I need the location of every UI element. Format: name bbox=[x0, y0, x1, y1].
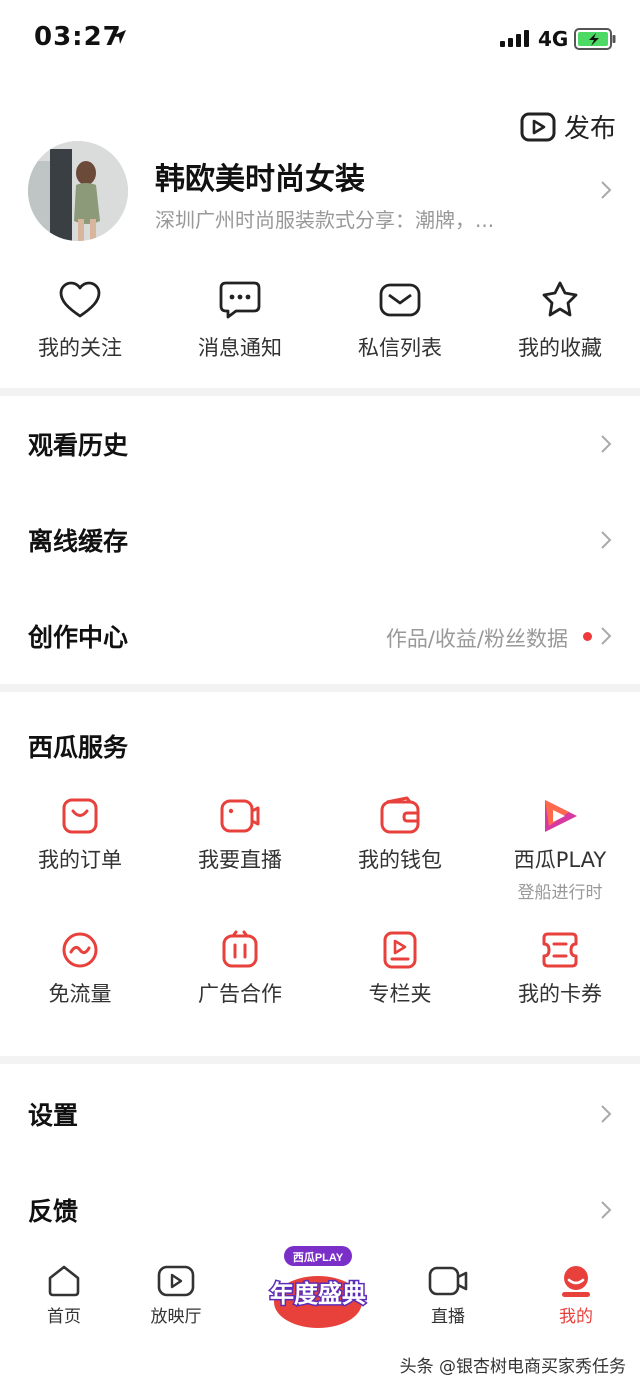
service-label: 免流量 bbox=[48, 982, 112, 1006]
chevron-right-icon bbox=[601, 435, 612, 453]
service-label: 专栏夹 bbox=[368, 982, 432, 1006]
chevron-right-icon bbox=[601, 1105, 612, 1123]
heart-icon bbox=[59, 281, 101, 318]
services-title: 西瓜服务 bbox=[28, 733, 129, 762]
promo-badge-icon: 西瓜PLAY 年度盛典 bbox=[269, 1246, 368, 1328]
xigua-play-icon bbox=[545, 800, 577, 832]
theater-play-icon bbox=[157, 1265, 195, 1297]
promo-main-text: 年度盛典 bbox=[270, 1280, 366, 1308]
avatar[interactable] bbox=[28, 141, 128, 241]
status-bar: 03:27 4G bbox=[0, 0, 640, 80]
quick-action-label: 消息通知 bbox=[198, 336, 282, 360]
service-ad-cooperation[interactable]: 广告合作 bbox=[160, 930, 320, 1008]
annual-gala-promo-button[interactable]: 西瓜PLAY 年度盛典 bbox=[262, 1240, 374, 1336]
service-sub-label: 登船进行时 bbox=[517, 883, 603, 903]
profile-icon bbox=[562, 1266, 590, 1297]
free-data-icon bbox=[62, 932, 98, 968]
promo-top-text: 西瓜PLAY bbox=[293, 1251, 344, 1264]
section-divider bbox=[0, 388, 640, 396]
live-camera-icon bbox=[220, 799, 260, 833]
menu-offline-cache[interactable]: 离线缓存 bbox=[0, 492, 640, 588]
service-label: 西瓜PLAY bbox=[513, 848, 607, 872]
quick-action-messages[interactable]: 私信列表 bbox=[320, 280, 480, 368]
video-camera-icon bbox=[428, 1266, 468, 1296]
tab-live[interactable]: 直播 bbox=[398, 1264, 498, 1327]
quick-action-label: 私信列表 bbox=[358, 336, 442, 360]
tab-label: 直播 bbox=[431, 1307, 465, 1327]
tab-mine[interactable]: 我的 bbox=[526, 1264, 626, 1327]
quick-actions: 我的关注 消息通知 私信列表 我的收藏 bbox=[0, 280, 640, 368]
service-column-folder[interactable]: 专栏夹 bbox=[320, 930, 480, 1008]
battery-icon bbox=[574, 28, 616, 50]
tab-theater[interactable]: 放映厅 bbox=[126, 1264, 226, 1327]
menu-label: 反馈 bbox=[28, 1197, 79, 1226]
menu-label: 离线缓存 bbox=[28, 527, 129, 556]
wallet-icon bbox=[380, 796, 420, 834]
service-my-coupons[interactable]: 我的卡券 bbox=[480, 930, 640, 1008]
section-divider bbox=[0, 1056, 640, 1064]
network-type: 4G bbox=[538, 27, 569, 51]
quick-action-favorites[interactable]: 我的收藏 bbox=[480, 280, 640, 368]
menu-label: 观看历史 bbox=[28, 431, 129, 460]
quick-action-label: 我的关注 bbox=[38, 336, 122, 360]
service-label: 我的卡券 bbox=[518, 982, 602, 1006]
service-xigua-play[interactable]: 西瓜PLAY 登船进行时 bbox=[480, 796, 640, 903]
profile-description: 深圳广州时尚服装款式分享：潮牌，... bbox=[155, 208, 495, 232]
menu-creator-center[interactable]: 创作中心 作品/收益/粉丝数据 bbox=[0, 588, 640, 684]
chevron-right-icon bbox=[601, 627, 612, 645]
chevron-right-icon bbox=[601, 1201, 612, 1219]
profile-header[interactable]: 韩欧美时尚女装 深圳广州时尚服装款式分享：潮牌，... bbox=[0, 138, 640, 248]
home-icon bbox=[48, 1265, 80, 1297]
publish-play-icon bbox=[520, 112, 556, 141]
service-go-live[interactable]: 我要直播 bbox=[160, 796, 320, 874]
ad-cooperation-icon bbox=[222, 930, 258, 968]
service-label: 我的钱包 bbox=[358, 848, 442, 872]
service-my-wallet[interactable]: 我的钱包 bbox=[320, 796, 480, 874]
menu-sub-text: 作品/收益/粉丝数据 bbox=[385, 627, 568, 651]
order-bag-icon bbox=[62, 798, 98, 834]
menu-watch-history[interactable]: 观看历史 bbox=[0, 396, 640, 492]
menu-label: 创作中心 bbox=[28, 623, 129, 652]
quick-action-notifications[interactable]: 消息通知 bbox=[160, 280, 320, 368]
red-dot-badge bbox=[583, 632, 592, 641]
cell-signal-icon bbox=[500, 29, 529, 47]
menu-label: 设置 bbox=[28, 1101, 79, 1130]
chevron-right-icon bbox=[601, 531, 612, 549]
star-icon bbox=[542, 281, 578, 317]
watermark-text: 头条 @银杏树电商买家秀任务 bbox=[399, 1357, 626, 1377]
tab-home[interactable]: 首页 bbox=[14, 1264, 114, 1327]
quick-action-label: 我的收藏 bbox=[518, 336, 602, 360]
tab-label: 我的 bbox=[559, 1307, 593, 1327]
quick-action-follows[interactable]: 我的关注 bbox=[0, 280, 160, 368]
section-divider bbox=[0, 684, 640, 692]
service-label: 我的订单 bbox=[38, 848, 122, 872]
coupon-icon bbox=[542, 932, 578, 968]
envelope-icon bbox=[379, 283, 421, 317]
column-folder-icon bbox=[383, 931, 417, 969]
chevron-right-icon bbox=[601, 181, 612, 199]
menu-settings[interactable]: 设置 bbox=[0, 1066, 640, 1162]
service-my-orders[interactable]: 我的订单 bbox=[0, 796, 160, 874]
chat-bubble-icon bbox=[219, 281, 261, 319]
profile-name: 韩欧美时尚女装 bbox=[155, 162, 365, 197]
status-time: 03:27 bbox=[34, 22, 122, 52]
location-arrow-icon bbox=[112, 30, 126, 44]
tab-label: 首页 bbox=[47, 1307, 81, 1327]
service-free-data[interactable]: 免流量 bbox=[0, 930, 160, 1008]
tab-label: 放映厅 bbox=[150, 1307, 202, 1327]
service-label: 我要直播 bbox=[198, 848, 282, 872]
service-label: 广告合作 bbox=[198, 982, 282, 1006]
